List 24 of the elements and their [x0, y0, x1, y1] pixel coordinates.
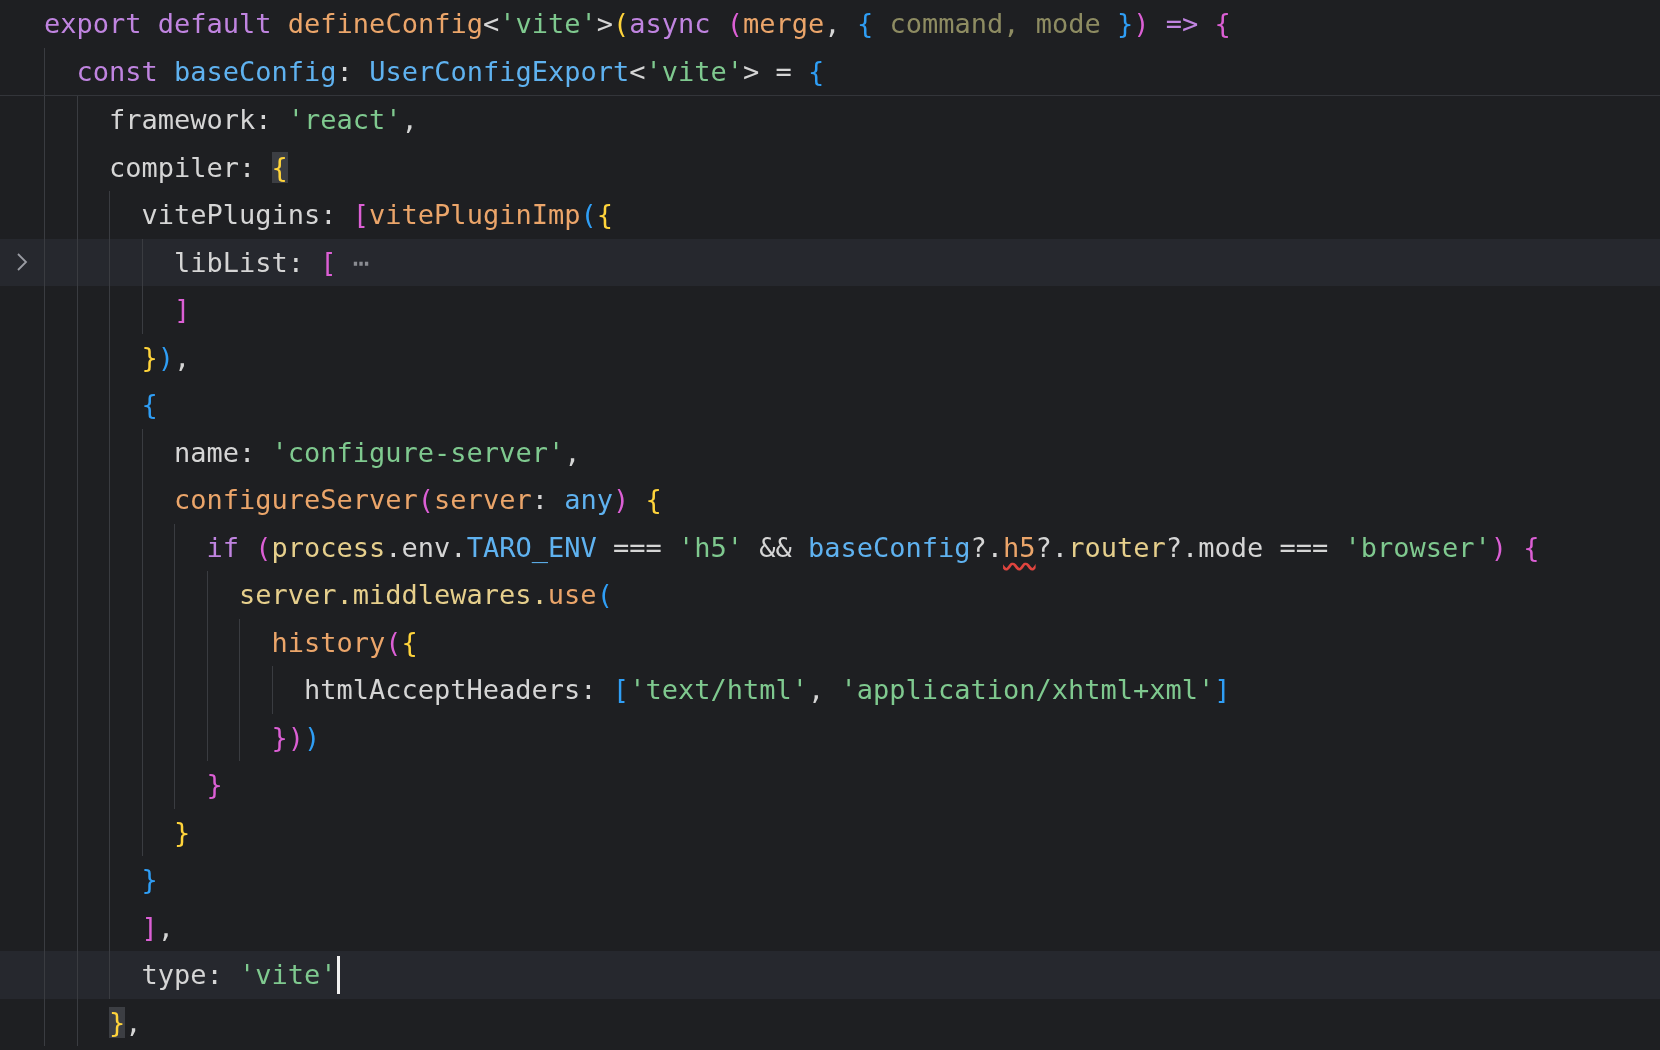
- code-line: }),: [141, 340, 191, 375]
- code-line: htmlAcceptHeaders: ['text/html', 'application/xhtml+xml']: [304, 673, 1231, 708]
- code-line: const baseConfig: UserConfigExport<'vite'> = {: [76, 54, 825, 89]
- text-cursor: [336, 955, 340, 994]
- code-line: configureServer(server: any) {: [174, 483, 662, 518]
- code-line: history({: [271, 625, 418, 660]
- chevron-right-icon[interactable]: [16, 252, 28, 273]
- code-line: ]: [174, 293, 191, 328]
- code-line: framework: 'react',: [109, 103, 418, 138]
- code-line: type: 'vite': [141, 958, 337, 993]
- code-line: }: [141, 863, 158, 898]
- code-line: export default defineConfig<'vite'>(async (merge, { command, mode }) => {: [44, 7, 1231, 42]
- code-line: compiler: {: [109, 150, 288, 185]
- code-line: },: [109, 1005, 142, 1040]
- code-line: server.middlewares.use(: [239, 578, 613, 613]
- code-line: if (process.env.TARO_ENV === 'h5' && baseConfig?.h5?.router?.mode === 'browser') {: [206, 530, 1540, 565]
- code-line: }: [206, 768, 223, 803]
- code-line: })): [271, 720, 321, 755]
- code-line: ],: [141, 910, 175, 945]
- code-line: vitePlugins: [vitePluginImp({: [141, 198, 613, 233]
- code-line: libList: [ ⋯: [174, 245, 370, 280]
- code-line: name: 'configure-server',: [174, 435, 581, 470]
- code-line: {: [141, 388, 158, 423]
- code-line: }: [174, 815, 191, 850]
